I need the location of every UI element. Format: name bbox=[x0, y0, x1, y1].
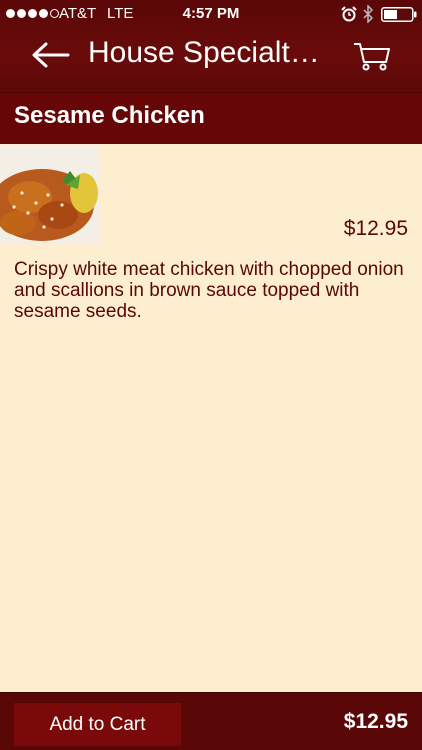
cart-icon[interactable] bbox=[352, 40, 392, 72]
page-title: House Specialt… bbox=[88, 36, 320, 69]
food-image bbox=[0, 145, 100, 243]
battery-icon bbox=[381, 7, 417, 22]
nav-bar: House Specialt… bbox=[0, 28, 422, 84]
bluetooth-icon bbox=[363, 5, 374, 23]
item-description: Crispy white meat chicken with chopped o… bbox=[14, 259, 404, 322]
cart-total: $12.95 bbox=[343, 710, 408, 733]
item-price: $12.95 bbox=[343, 217, 408, 240]
clock: 4:57 PM bbox=[182, 5, 240, 22]
add-to-cart-button[interactable]: Add to Cart bbox=[14, 703, 181, 746]
item-photo bbox=[0, 145, 100, 243]
item-name: Sesame Chicken bbox=[14, 102, 205, 129]
back-arrow-icon[interactable] bbox=[30, 40, 70, 70]
top-bar: AT&T LTE 4:57 PM House Specialt… bbox=[0, 0, 422, 92]
alarm-icon bbox=[341, 6, 357, 22]
status-bar: AT&T LTE 4:57 PM bbox=[0, 0, 422, 28]
app-screen: AT&T LTE 4:57 PM House Specialt… Sesame … bbox=[0, 0, 422, 750]
item-header: Sesame Chicken bbox=[0, 92, 422, 144]
bottom-bar: Add to Cart $12.95 bbox=[0, 692, 422, 750]
